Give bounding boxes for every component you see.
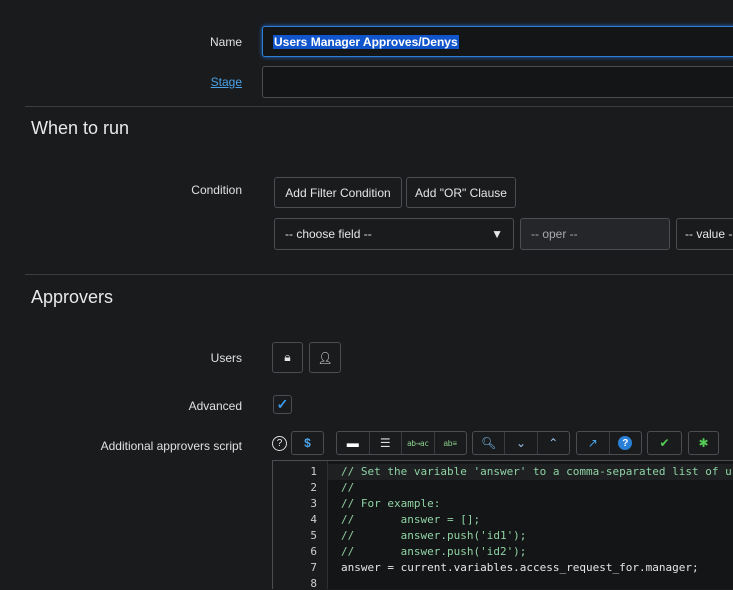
stage-input[interactable] (262, 66, 733, 98)
script-include-icon[interactable]: $ (292, 432, 323, 454)
line-number: 8 (310, 577, 317, 590)
lock-icon: 🔒︎ (284, 350, 291, 364)
value-select[interactable]: -- value -- (676, 218, 733, 250)
code-line: // (341, 481, 355, 494)
name-value: Users Manager Approves/Denys (273, 35, 459, 49)
advanced-label: Advanced (188, 399, 242, 413)
name-label: Name (209, 35, 242, 49)
format-icon[interactable]: ☰ (370, 432, 402, 454)
line-number: 3 (310, 497, 317, 510)
script-label: Additional approvers script (100, 439, 242, 453)
value-text: -- value -- (685, 227, 733, 241)
comment-icon[interactable]: ▬ (337, 432, 370, 454)
line-number: 6 (310, 545, 317, 558)
collapse-icon[interactable]: ⌄ (505, 432, 538, 454)
help-icon[interactable]: ? (610, 432, 642, 454)
debug-icon[interactable]: ✱ (689, 432, 718, 454)
help-icon[interactable]: ? (272, 436, 287, 451)
when-to-run-heading: When to run (31, 118, 130, 138)
replace-icon[interactable]: ab→ac (402, 432, 435, 454)
choose-field-text: -- choose field -- (285, 227, 372, 241)
divider (25, 106, 733, 107)
name-input[interactable]: Users Manager Approves/Denys (262, 26, 733, 57)
code-line: // answer.push('id2'); (341, 545, 527, 558)
code-line: // Set the variable 'answer' to a comma-… (341, 465, 733, 478)
line-number: 7 (310, 561, 317, 574)
users-label: Users (210, 351, 242, 365)
divider (25, 274, 733, 275)
code-line: // For example: (341, 497, 441, 510)
replace-all-icon[interactable]: ab≡ (435, 432, 467, 454)
condition-label: Condition (191, 183, 242, 197)
add-user-button[interactable]: 👤︎ (309, 342, 341, 373)
line-number: 1 (310, 465, 317, 478)
oper-select[interactable]: -- oper -- (520, 218, 670, 250)
code-line: // answer.push('id1'); (341, 529, 527, 542)
line-number: 5 (310, 529, 317, 542)
oper-text: -- oper -- (531, 227, 578, 241)
dropdown-arrow-icon: ▼ (491, 227, 503, 241)
approvers-heading: Approvers (31, 287, 114, 307)
fullscreen-icon[interactable]: ↗ (577, 432, 610, 454)
code-line: // answer = []; (341, 513, 481, 526)
add-filter-condition-button[interactable]: Add Filter Condition (274, 177, 402, 208)
add-user-icon: 👤︎ (317, 350, 333, 365)
line-number: 4 (310, 513, 317, 526)
line-number: 2 (310, 481, 317, 494)
expand-icon[interactable]: ⌃ (538, 432, 569, 454)
script-editor[interactable]: 1 // Set the variable 'answer' to a comma… (272, 460, 733, 590)
stage-link[interactable]: Stage (211, 75, 242, 89)
unlock-users-button[interactable]: 🔒︎ (272, 342, 303, 373)
syntax-check-icon[interactable]: ✔ (648, 432, 681, 454)
add-or-clause-button[interactable]: Add "OR" Clause (406, 177, 516, 208)
code-line: answer = current.variables.access_reques… (341, 561, 699, 574)
choose-field-select[interactable]: -- choose field -- ▼ (274, 218, 514, 250)
search-icon[interactable]: 🔍︎ (473, 432, 506, 454)
advanced-checkbox[interactable]: ✓ (273, 395, 292, 414)
